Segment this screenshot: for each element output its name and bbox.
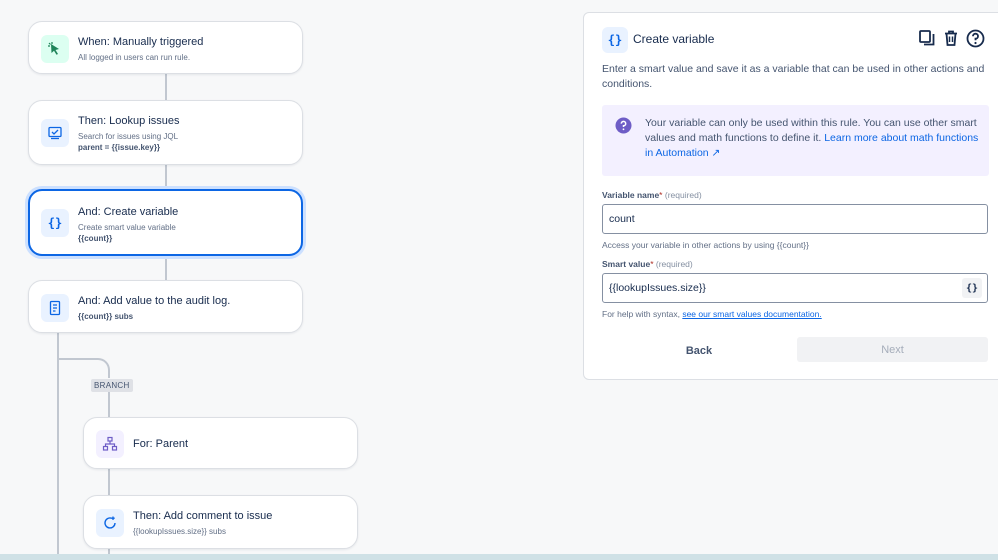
info-text: Your variable can only be used within th… <box>645 117 979 159</box>
duplicate-button[interactable] <box>916 27 938 49</box>
copy-icon <box>919 30 935 46</box>
card-title: And: Create variable <box>78 206 179 218</box>
help-button[interactable] <box>964 27 986 49</box>
smart-value-helper: For help with syntax, see our smart valu… <box>602 309 822 319</box>
card-subtitle: {{lookupIssues.size}} subs <box>133 527 226 536</box>
card-detail: {{count}} subs <box>78 312 134 321</box>
audit-log-card[interactable]: And: Add value to the audit log. {{count… <box>28 280 303 333</box>
bottom-scrollbar <box>0 554 998 560</box>
flow-connector <box>165 165 167 189</box>
card-title: When: Manually triggered <box>78 36 204 48</box>
info-message: Your variable can only be used within th… <box>602 105 989 176</box>
hierarchy-icon <box>96 430 124 458</box>
create-variable-panel: {} Create variable Enter a smart value a… <box>583 12 998 380</box>
card-subtitle: All logged in users can run rule. <box>78 53 191 62</box>
trash-icon <box>945 30 957 46</box>
trigger-card[interactable]: When: Manually triggered All logged in u… <box>28 21 303 74</box>
card-title: Then: Lookup issues <box>78 115 180 127</box>
branch-connector <box>108 392 110 417</box>
variable-name-input[interactable]: count <box>602 204 988 234</box>
braces-icon: {} <box>41 209 69 237</box>
smart-value-input[interactable]: {{lookupIssues.size}} {} <box>602 273 988 303</box>
card-title: And: Add value to the audit log. <box>78 295 231 307</box>
flow-connector <box>165 256 167 280</box>
variable-name-label: Variable name* (required) <box>602 190 702 200</box>
card-subtitle: Create smart value variable <box>78 223 176 232</box>
help-icon <box>966 29 984 47</box>
card-title: For: Parent <box>133 438 189 450</box>
delete-button[interactable] <box>940 27 962 49</box>
variable-name-helper: Access your variable in other actions by… <box>602 240 809 250</box>
audit-log-icon <box>41 294 69 322</box>
create-variable-card[interactable]: {} And: Create variable Create smart val… <box>28 189 303 256</box>
smart-value-label: Smart value* (required) <box>602 259 693 269</box>
branch-connector <box>108 469 110 495</box>
back-button[interactable]: Back <box>639 339 759 363</box>
panel-description: Enter a smart value and save it as a var… <box>602 63 985 90</box>
card-detail: {{count}} <box>78 234 113 243</box>
next-button[interactable]: Next <box>797 337 988 362</box>
question-circle-icon <box>615 117 632 139</box>
braces-icon: {} <box>602 27 628 53</box>
issue-search-icon <box>41 119 69 147</box>
lookup-issues-card[interactable]: Then: Lookup issues Search for issues us… <box>28 100 303 165</box>
card-subtitle: Search for issues using JQL <box>78 132 179 141</box>
branch-label: BRANCH <box>91 379 133 392</box>
card-title: Then: Add comment to issue <box>133 510 273 522</box>
for-parent-card[interactable]: For: Parent <box>83 417 358 469</box>
comment-icon <box>96 509 124 537</box>
branch-connector <box>57 358 110 378</box>
add-comment-card[interactable]: Then: Add comment to issue {{lookupIssue… <box>83 495 358 549</box>
smart-value-insert-button[interactable]: {} <box>962 278 982 298</box>
card-detail: parent = {{issue.key}} <box>78 143 161 152</box>
panel-title: Create variable <box>633 32 715 46</box>
smart-values-docs-link[interactable]: see our smart values documentation. <box>682 309 821 319</box>
flow-connector <box>165 74 167 100</box>
cursor-click-icon <box>41 35 69 63</box>
